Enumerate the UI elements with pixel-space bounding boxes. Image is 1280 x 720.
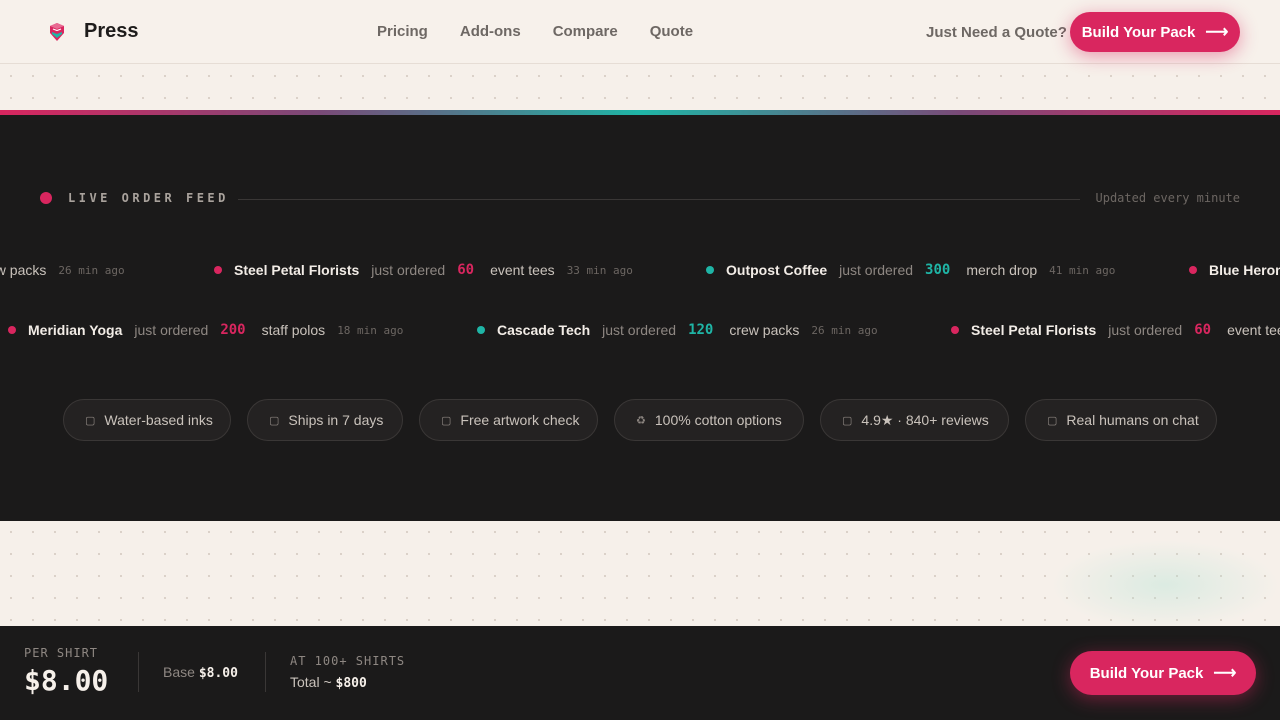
feed-time: 18 min ago — [337, 323, 404, 337]
feed-company: Steel Petal Florists — [971, 322, 1097, 338]
feed-company: Meridian Yoga — [28, 322, 123, 338]
feed-qty: 200 — [220, 322, 246, 338]
quote-link[interactable]: Just Need a Quote? — [926, 24, 1067, 41]
feed-time: 26 min ago — [58, 263, 125, 277]
feed-qty: 60 — [457, 262, 475, 278]
badge-label: 4.9★ · 840+ reviews — [861, 411, 989, 428]
badge-reviews: ▢ 4.9★ · 840+ reviews — [820, 399, 1009, 441]
site-header: Press Pricing Add-ons Compare Quote Just… — [0, 0, 1280, 64]
badge-real-humans: ▢ Real humans on chat — [1025, 399, 1217, 441]
nav-compare[interactable]: Compare — [553, 23, 618, 40]
status-dot-icon — [477, 326, 485, 334]
feed-product: event tees — [490, 262, 555, 278]
status-dot-icon — [8, 326, 16, 334]
badge-label: Free artwork check — [460, 412, 580, 428]
badge-label: Ships in 7 days — [288, 412, 384, 428]
feed-updated-note: Updated every minute — [1095, 191, 1241, 205]
badge-ships-in-7-days: ▢ Ships in 7 days — [247, 399, 403, 441]
feed-company: Steel Petal Florists — [234, 262, 360, 278]
status-dot-icon — [951, 326, 959, 334]
feed-item: ew packs 26 min ago — [0, 260, 125, 280]
build-your-pack-button-footer[interactable]: Build Your Pack ⟶ — [1070, 651, 1256, 695]
dotted-band — [0, 65, 1280, 111]
feed-verb: just ordered — [371, 262, 446, 278]
status-dot-icon — [706, 266, 714, 274]
brand-logo[interactable]: Press — [46, 20, 139, 43]
main-nav: Pricing Add-ons Compare Quote — [377, 23, 725, 40]
base-price: Base $8.00 — [163, 664, 238, 681]
feed-product: staff polos — [261, 322, 326, 338]
feed-verb: just ordered — [1108, 322, 1183, 338]
check-icon: ▢ — [441, 414, 452, 427]
feed-product: merch drop — [966, 262, 1038, 278]
build-your-pack-button[interactable]: Build Your Pack ⟶ — [1070, 12, 1240, 52]
feed-verb: just ordered — [839, 262, 914, 278]
feed-company: Blue Heron — [1209, 262, 1280, 278]
badge-label: 100% cotton options — [654, 412, 782, 428]
total-price: Total ~ $800 — [290, 674, 367, 691]
feed-item: Meridian Yoga just ordered 200 staff pol… — [8, 320, 403, 340]
feed-item: Cascade Tech just ordered 120 crew packs… — [477, 320, 878, 340]
feed-item: Steel Petal Florists just ordered 60 eve… — [951, 320, 1280, 340]
badge-label: Real humans on chat — [1066, 412, 1199, 428]
nav-pricing[interactable]: Pricing — [377, 23, 428, 40]
star-icon: ▢ — [842, 414, 853, 427]
feed-title: LIVE ORDER FEED — [68, 191, 229, 205]
feed-item: Outpost Coffee just ordered 300 merch dr… — [706, 260, 1115, 280]
feed-product: crew packs — [729, 322, 800, 338]
feed-product: ew packs — [0, 262, 47, 278]
feed-header: LIVE ORDER FEED Updated every minute — [40, 191, 1240, 205]
feed-item: Blue Heron — [1189, 260, 1280, 280]
truck-icon: ▢ — [269, 414, 280, 427]
feed-time: 26 min ago — [811, 323, 878, 337]
badge-label: Water-based inks — [104, 412, 213, 428]
nav-quote[interactable]: Quote — [650, 23, 693, 40]
feed-qty: 60 — [1194, 322, 1212, 338]
total-label: Total ~ — [290, 674, 332, 690]
status-dot-icon — [1189, 266, 1197, 274]
logo-icon — [50, 22, 64, 41]
trust-badges: ▢ Water-based inks ▢ Ships in 7 days ▢ F… — [0, 399, 1280, 441]
live-indicator-icon — [40, 192, 52, 204]
drop-icon: ▢ — [85, 414, 96, 427]
badge-water-based-inks: ▢ Water-based inks — [63, 399, 231, 441]
divider — [138, 652, 139, 692]
cta-label: Build Your Pack — [1089, 664, 1204, 682]
live-order-feed-section: LIVE ORDER FEED Updated every minute ew … — [0, 115, 1280, 521]
feed-qty: 120 — [688, 322, 714, 338]
status-dot-icon — [214, 266, 222, 274]
feed-item: Steel Petal Florists just ordered 60 eve… — [214, 260, 633, 280]
price-summary-bar: PER SHIRT $8.00 Base $8.00 AT 100+ SHIRT… — [0, 626, 1280, 720]
quantity-tier-label: AT 100+ SHIRTS — [290, 654, 406, 668]
feed-time: 33 min ago — [566, 263, 633, 277]
feed-time: 41 min ago — [1049, 263, 1116, 277]
base-value: $8.00 — [198, 666, 238, 681]
brand-name: Press — [84, 20, 139, 42]
chat-icon: ▢ — [1047, 414, 1058, 427]
per-shirt-price: $8.00 — [24, 664, 109, 697]
arrow-right-icon: ⟶ — [1205, 24, 1229, 41]
base-label: Base — [163, 664, 195, 680]
cta-label: Build Your Pack — [1081, 23, 1196, 41]
total-value: $800 — [335, 676, 367, 691]
feed-verb: just ordered — [602, 322, 677, 338]
feed-product: event tee — [1227, 322, 1280, 338]
decorative-glow — [1050, 540, 1280, 630]
per-shirt-label: PER SHIRT — [24, 646, 99, 660]
divider — [265, 652, 266, 692]
recycle-icon: ♻ — [636, 414, 646, 427]
badge-free-artwork-check: ▢ Free artwork check — [419, 399, 598, 441]
feed-qty: 300 — [925, 262, 951, 278]
feed-company: Outpost Coffee — [726, 262, 828, 278]
nav-add-ons[interactable]: Add-ons — [460, 23, 521, 40]
divider — [238, 199, 1080, 200]
arrow-right-icon: ⟶ — [1213, 665, 1237, 682]
feed-company: Cascade Tech — [497, 322, 591, 338]
badge-cotton-options: ♻ 100% cotton options — [614, 399, 804, 441]
feed-verb: just ordered — [134, 322, 209, 338]
